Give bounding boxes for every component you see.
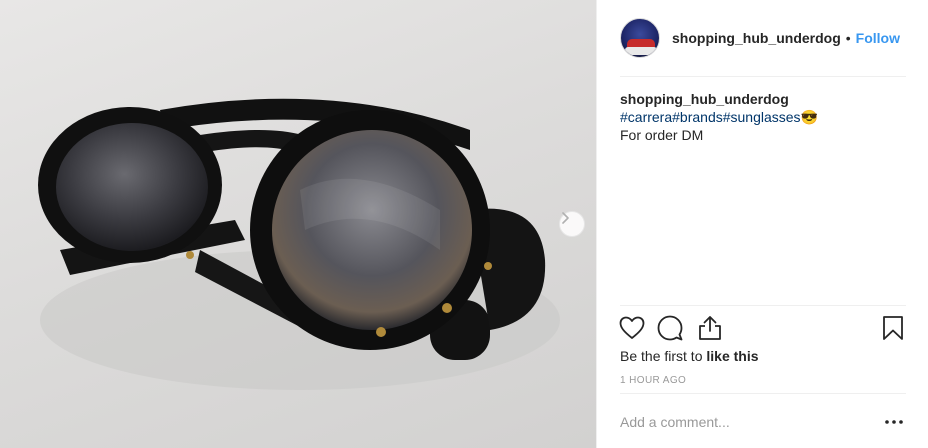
actions-divider xyxy=(620,305,906,306)
hashtag-sunglasses[interactable]: #sunglasses xyxy=(723,109,801,125)
next-photo-button[interactable] xyxy=(559,211,585,237)
header-separator: • xyxy=(845,30,851,46)
save-button[interactable] xyxy=(880,314,906,342)
share-button[interactable] xyxy=(697,314,723,342)
share-icon xyxy=(699,316,721,340)
caption-text: For order DM xyxy=(620,127,704,143)
likes-prefix: Be the first to xyxy=(620,348,707,364)
post-timestamp[interactable]: 1 HOUR AGO xyxy=(620,375,686,386)
like-this-link[interactable]: like this xyxy=(706,348,758,364)
comment-button[interactable] xyxy=(657,314,683,342)
header-divider xyxy=(620,76,906,77)
comment-form xyxy=(620,408,906,436)
bookmark-icon xyxy=(883,316,903,340)
like-button[interactable] xyxy=(619,314,645,342)
heart-icon xyxy=(619,316,645,339)
post-header: shopping_hub_underdog • Follow xyxy=(620,16,906,60)
caption-username[interactable]: shopping_hub_underdog xyxy=(620,90,906,108)
comment-divider xyxy=(620,393,906,394)
post-media[interactable] xyxy=(0,0,596,448)
chevron-right-icon xyxy=(562,212,569,224)
comment-input[interactable] xyxy=(620,414,882,430)
sunglasses-photo xyxy=(38,98,560,390)
likes-summary: Be the first to like this xyxy=(620,348,759,364)
post-actions xyxy=(619,314,906,342)
post-caption: shopping_hub_underdog #carrera#brands#su… xyxy=(620,90,906,144)
sunglasses-emoji: 😎 xyxy=(800,109,818,125)
more-options-button[interactable] xyxy=(882,412,906,432)
more-options-icon xyxy=(885,420,903,424)
header-username[interactable]: shopping_hub_underdog xyxy=(672,30,841,46)
comment-icon xyxy=(657,315,683,341)
hashtag-brands[interactable]: #brands xyxy=(672,109,723,125)
post-sidebar: shopping_hub_underdog • Follow shopping_… xyxy=(596,0,928,448)
avatar[interactable] xyxy=(620,18,660,58)
caption-hashtags: #carrera#brands#sunglasses😎 xyxy=(620,108,906,126)
follow-button[interactable]: Follow xyxy=(856,30,900,46)
hashtag-carrera[interactable]: #carrera xyxy=(620,109,672,125)
